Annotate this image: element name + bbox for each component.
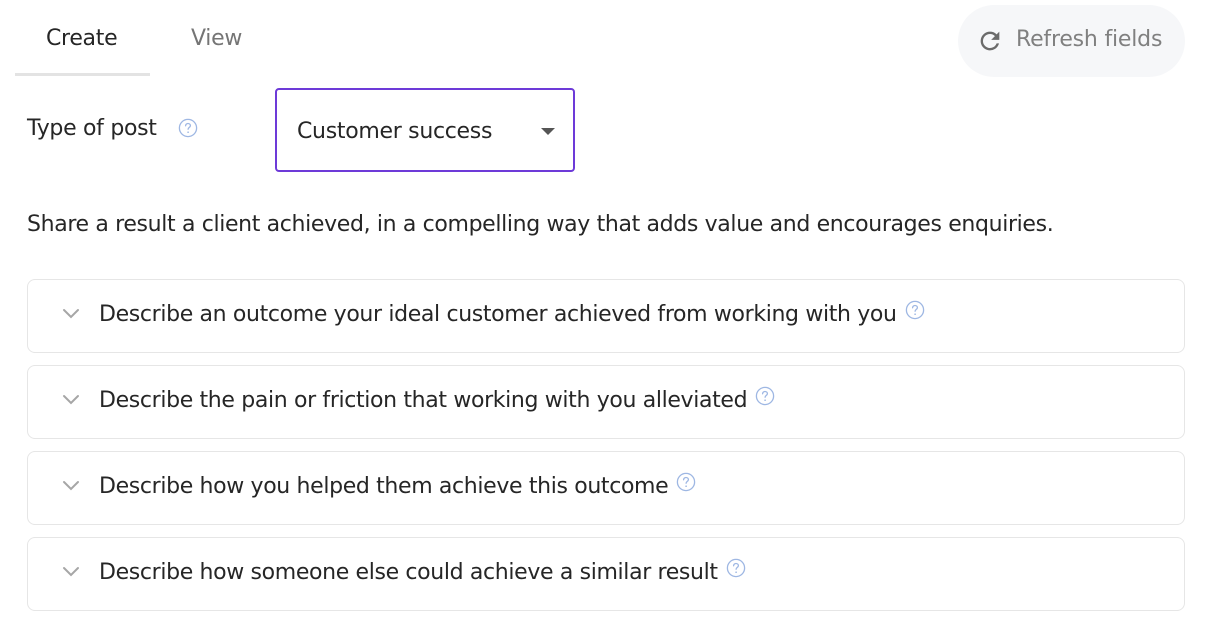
- chevron-down-icon: [63, 481, 79, 491]
- refresh-icon: [980, 31, 1000, 51]
- chevron-down-icon: [63, 395, 79, 405]
- help-icon[interactable]: [726, 558, 746, 578]
- accordion-item-label: Describe how someone else could achieve …: [99, 558, 746, 585]
- accordion-item-similar-result[interactable]: Describe how someone else could achieve …: [27, 537, 1185, 611]
- refresh-fields-label: Refresh fields: [1016, 27, 1163, 52]
- accordion-item-outcome[interactable]: Describe an outcome your ideal customer …: [27, 279, 1185, 353]
- chevron-down-icon: [63, 309, 79, 319]
- chevron-down-icon: [63, 567, 79, 577]
- accordion-item-label: Describe the pain or friction that worki…: [99, 386, 775, 413]
- tab-view[interactable]: View: [191, 26, 242, 51]
- active-tab-indicator: [15, 73, 150, 76]
- help-icon[interactable]: [755, 386, 775, 406]
- help-icon[interactable]: [178, 118, 198, 138]
- accordion-item-label: Describe an outcome your ideal customer …: [99, 300, 925, 327]
- help-icon[interactable]: [905, 300, 925, 320]
- accordion-item-how-helped[interactable]: Describe how you helped them achieve thi…: [27, 451, 1185, 525]
- caret-down-icon: [541, 128, 555, 135]
- type-of-post-select[interactable]: Customer success: [275, 88, 575, 172]
- type-of-post-label: Type of post: [27, 116, 157, 141]
- help-icon[interactable]: [676, 472, 696, 492]
- accordion-item-label: Describe how you helped them achieve thi…: [99, 472, 696, 499]
- accordion-item-pain[interactable]: Describe the pain or friction that worki…: [27, 365, 1185, 439]
- tab-create[interactable]: Create: [46, 26, 118, 51]
- refresh-fields-button[interactable]: Refresh fields: [958, 5, 1185, 77]
- type-of-post-value: Customer success: [297, 119, 493, 144]
- post-type-description: Share a result a client achieved, in a c…: [27, 212, 1054, 237]
